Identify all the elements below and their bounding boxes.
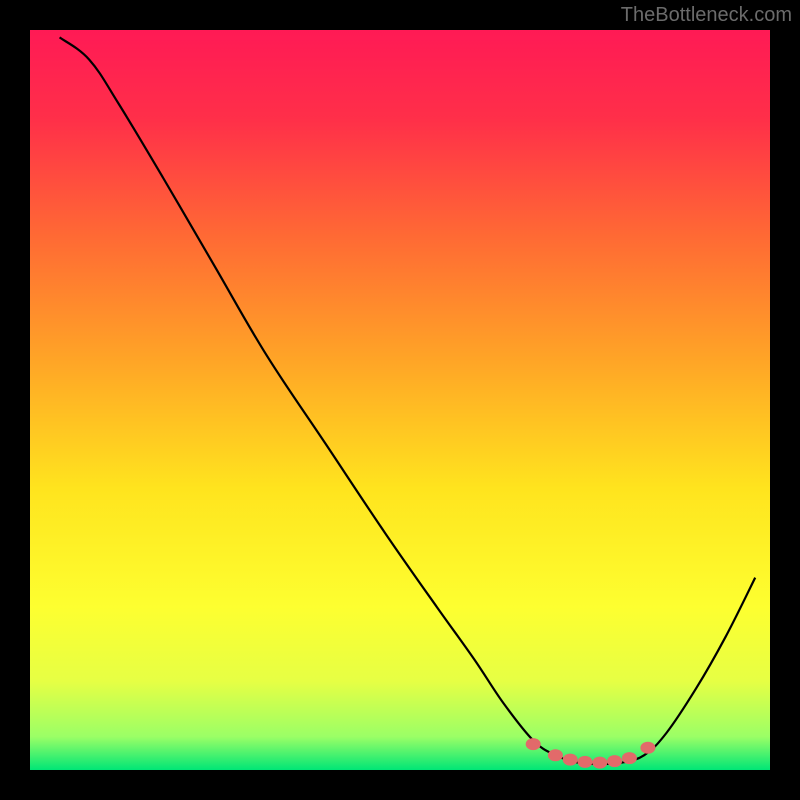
- watermark-text: TheBottleneck.com: [621, 4, 792, 27]
- chart-plot-area: [30, 30, 770, 770]
- chart-marker: [548, 749, 563, 761]
- chart-marker: [607, 755, 622, 767]
- chart-marker: [526, 738, 541, 750]
- chart-marker: [640, 742, 655, 754]
- chart-marker: [592, 757, 607, 769]
- chart-marker: [578, 756, 593, 768]
- chart-marker: [622, 752, 637, 764]
- chart-markers: [30, 30, 770, 770]
- chart-marker: [563, 754, 578, 766]
